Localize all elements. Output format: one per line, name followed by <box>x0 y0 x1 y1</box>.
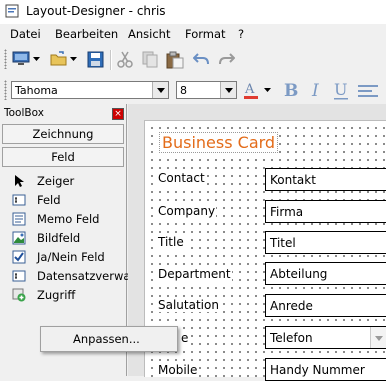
field-input-title[interactable]: Titel <box>265 231 386 254</box>
tool-zeiger[interactable]: Zeiger <box>0 172 126 191</box>
cut-icon[interactable] <box>117 51 133 68</box>
undo-icon[interactable] <box>193 53 209 65</box>
paste-icon[interactable] <box>166 51 184 69</box>
font-color-icon[interactable]: A <box>243 81 259 100</box>
format-toolbar: Tahoma 8 A B I U <box>0 76 386 104</box>
pointer-icon <box>15 175 24 187</box>
record-manager-icon <box>12 270 26 282</box>
tool-label: Zeiger <box>37 174 75 188</box>
card-title[interactable]: Business Card <box>159 132 279 153</box>
field-input-salutation[interactable]: Anrede <box>265 294 386 317</box>
font-size-select[interactable]: 8 <box>176 81 237 99</box>
svg-text:I: I <box>311 81 319 99</box>
field-label-mobile[interactable]: Mobile <box>157 363 199 377</box>
menu-datei[interactable]: Datei <box>10 27 41 41</box>
open-folder-icon[interactable] <box>50 51 68 67</box>
svg-text:A: A <box>244 82 255 97</box>
field-label-company[interactable]: Company <box>157 204 217 218</box>
image-field-icon <box>12 231 26 245</box>
menu-item-anpassen[interactable]: Anpassen... <box>73 332 140 346</box>
dropdown-arrow-icon[interactable] <box>33 57 40 62</box>
tool-datensatzverwal[interactable]: Datensatzverwal <box>0 267 134 286</box>
checkbox-field-icon <box>12 250 26 264</box>
font-family-value: Tahoma <box>15 84 58 97</box>
field-value: Anrede <box>270 299 313 313</box>
font-size-value: 8 <box>180 84 187 97</box>
tool-bildfeld[interactable]: Bildfeld <box>0 229 126 248</box>
context-menu: Anpassen... <box>40 326 178 352</box>
dropdown-arrow-icon[interactable] <box>264 88 271 93</box>
field-value: Handy Nummer <box>270 363 365 377</box>
field-value: Telefon <box>270 331 313 345</box>
field-value: Abteilung <box>270 267 328 281</box>
italic-icon[interactable]: I <box>310 81 324 99</box>
field-input-contact[interactable]: Kontakt <box>265 168 386 191</box>
tab-feld[interactable]: Feld <box>2 147 124 167</box>
access-icon <box>12 288 26 302</box>
toolbar-grip[interactable] <box>4 49 7 69</box>
font-family-select[interactable]: Tahoma <box>11 81 169 99</box>
field-value: Titel <box>270 236 296 250</box>
bold-icon[interactable]: B <box>283 81 299 99</box>
window-title: Layout-Designer - chris <box>26 4 166 18</box>
field-input-phone[interactable]: Telefon <box>265 326 386 349</box>
svg-text:B: B <box>284 81 298 99</box>
menu-ansicht[interactable]: Ansicht <box>128 27 170 41</box>
tab-zeichnung[interactable]: Zeichnung <box>2 124 124 144</box>
tool-label: Feld <box>37 193 61 207</box>
toolbox-header: ToolBox × <box>3 106 125 122</box>
tool-label: Memo Feld <box>37 212 100 226</box>
menu-bar: Datei Bearbeiten Ansicht Format ? <box>0 24 386 44</box>
field-label-department[interactable]: Department <box>157 267 232 281</box>
field-input-mobile[interactable]: Handy Nummer <box>265 358 386 381</box>
standard-toolbar <box>0 44 386 76</box>
chevron-down-icon[interactable] <box>220 82 236 98</box>
tool-label: Datensatzverwal <box>37 269 134 283</box>
field-value: Firma <box>270 205 304 219</box>
tool-label: Bildfeld <box>37 231 81 245</box>
toolbox-title: ToolBox <box>4 107 44 119</box>
menu-format[interactable]: Format <box>185 27 226 41</box>
redo-icon[interactable] <box>219 53 235 65</box>
copy-icon[interactable] <box>142 51 158 68</box>
save-icon[interactable] <box>87 51 104 68</box>
tool-ja-nein-feld[interactable]: Ja/Nein Feld <box>0 248 126 267</box>
menu-bearbeiten[interactable]: Bearbeiten <box>55 27 118 41</box>
text-field-icon <box>12 194 26 206</box>
field-label-contact[interactable]: Contact <box>157 171 206 185</box>
svg-text:U: U <box>334 81 347 99</box>
memo-field-icon <box>12 212 26 226</box>
menu-help[interactable]: ? <box>238 27 244 41</box>
chevron-down-icon[interactable] <box>370 327 386 348</box>
title-bar: Layout-Designer - chris <box>0 0 386 24</box>
tool-memo-feld[interactable]: Memo Feld <box>0 210 126 229</box>
tool-label: Ja/Nein Feld <box>37 250 105 264</box>
tool-label: Zugriff <box>37 288 76 302</box>
tool-feld[interactable]: Feld <box>0 191 126 210</box>
field-label-title[interactable]: Title <box>157 235 185 249</box>
app-icon <box>5 4 19 18</box>
field-input-company[interactable]: Firma <box>265 200 386 223</box>
align-icon[interactable] <box>358 84 378 98</box>
dropdown-arrow-icon[interactable] <box>70 57 77 62</box>
toolbar-grip[interactable] <box>4 80 7 100</box>
field-label-phone[interactable]: e <box>180 331 190 345</box>
underline-icon[interactable]: U <box>333 81 349 101</box>
field-value: Kontakt <box>270 173 316 187</box>
field-input-department[interactable]: Abteilung <box>265 262 386 285</box>
close-icon[interactable]: × <box>112 108 124 120</box>
field-label-salutation[interactable]: Salutation <box>157 298 220 312</box>
tool-zugriff[interactable]: Zugriff <box>0 286 126 305</box>
chevron-down-icon[interactable] <box>152 82 168 98</box>
monitor-icon[interactable] <box>12 51 30 67</box>
